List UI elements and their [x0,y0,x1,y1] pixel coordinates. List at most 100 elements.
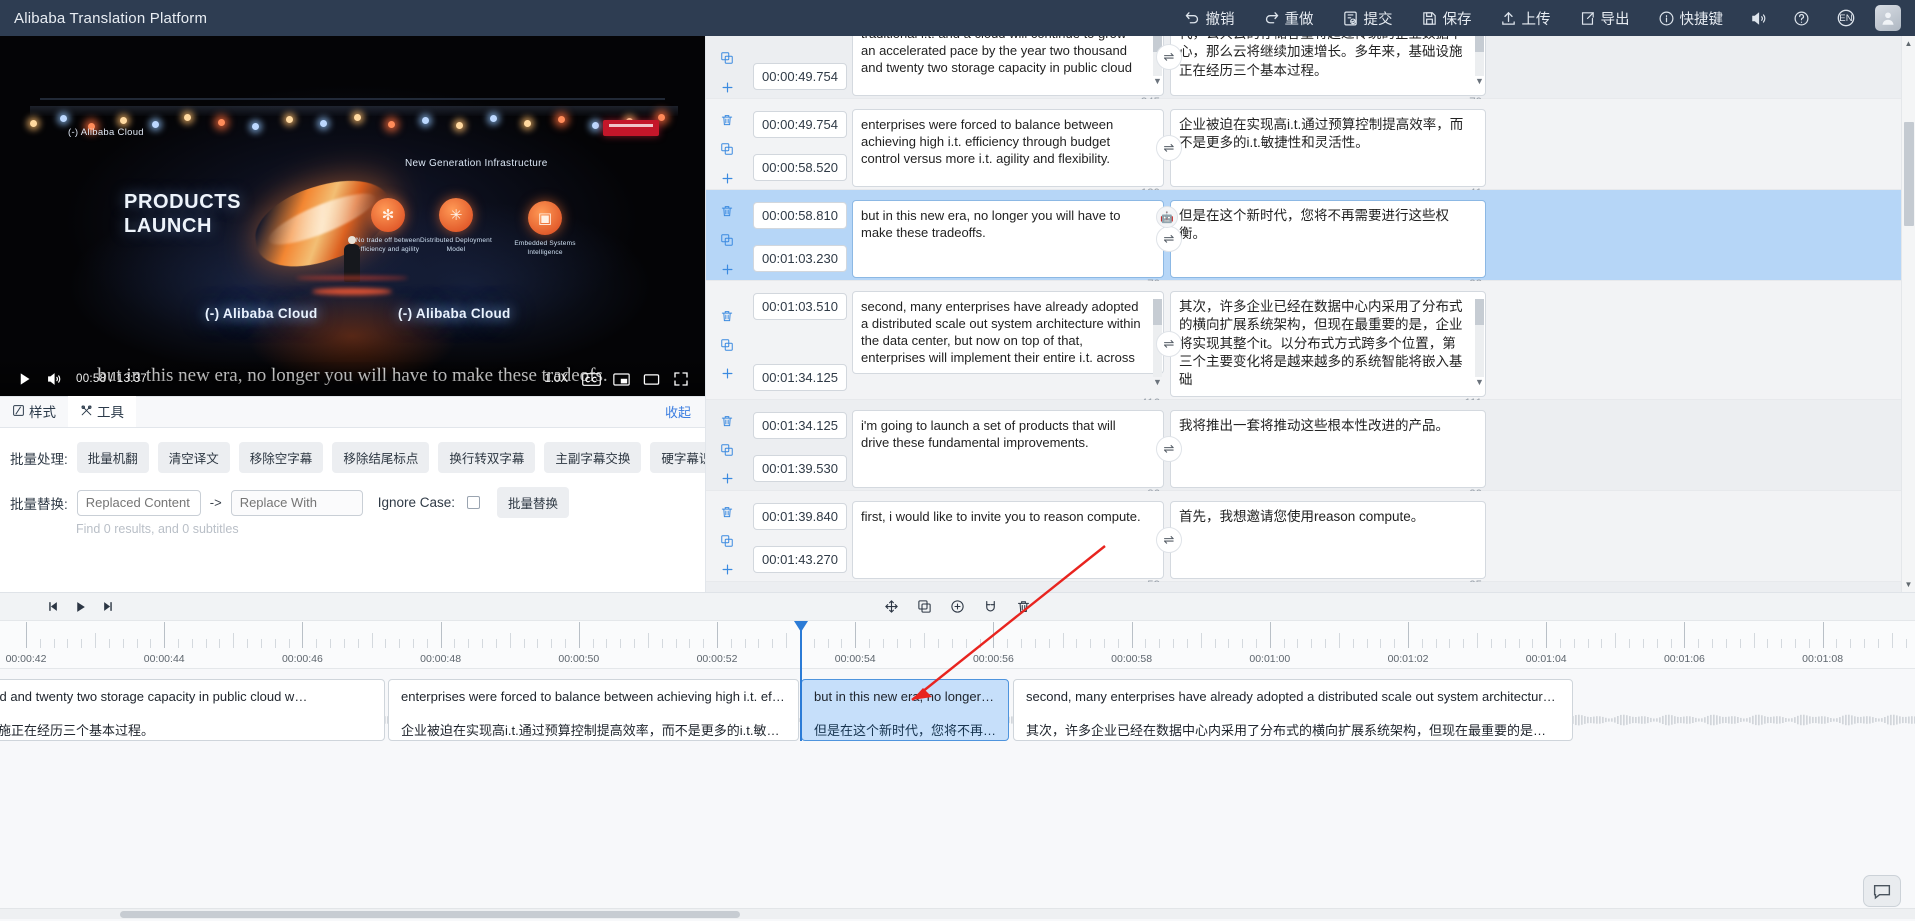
end-time-input[interactable]: 00:01:34.125 [753,363,847,391]
linebreak-to-dual-button[interactable]: 换行转双字幕 [438,442,536,473]
delete-tool-button[interactable] [1010,595,1038,619]
batch-mt-button[interactable]: 批量机翻 [76,442,149,473]
source-text[interactable]: traditional i.t. and a cloud will contin… [852,36,1164,96]
delete-row-icon[interactable] [718,503,736,521]
timeline-clips[interactable]: wo thousand and twenty two storage capac… [0,669,1915,919]
submit-button[interactable]: 提交 [1328,0,1407,36]
playback-speed-button[interactable]: 1.0X [537,373,575,385]
end-time-input[interactable]: 00:01:39.530 [753,454,847,482]
export-button[interactable]: 导出 [1565,0,1644,36]
collapse-link[interactable]: 收起 [665,402,691,421]
target-text[interactable]: 企业被迫在实现高i.t.通过预算控制提高效率，而不是更多的i.t.敏捷性和灵活性… [1170,109,1486,187]
target-text[interactable]: 但是在这个新时代，您将不再需要进行这些权衡。 [1170,200,1486,278]
volume-button[interactable] [1737,0,1780,36]
video-player[interactable]: (-) Alibaba Cloud New Generation Infrast… [0,36,705,396]
duplicate-row-icon[interactable] [718,532,736,550]
subtitle-row[interactable]: 00:01:39.840 00:01:43.270 first, i would l… [706,490,1902,592]
add-tool-button[interactable] [944,595,972,619]
move-tool-button[interactable] [878,595,906,619]
subtitle-row[interactable]: 00:01:34.125 00:01:39.530 i'm going to lau… [706,399,1902,501]
scroll-down-button[interactable]: ▼ [1902,577,1915,592]
delete-row-icon[interactable] [718,307,736,325]
source-text[interactable]: but in this new era, no longer you will … [852,200,1164,278]
machine-translate-icon[interactable]: 🤖 [1156,206,1178,229]
swap-source-target-button[interactable]: ⇌ [1156,330,1182,357]
upload-button[interactable]: 上传 [1486,0,1565,36]
delete-row-icon[interactable] [718,111,736,129]
shortcuts-button[interactable]: 快捷键 [1644,0,1738,36]
subtitle-list-scrollbar[interactable]: ▲ ▼ [1901,36,1915,592]
subtitle-row[interactable]: 00:00:49.754traditional i.t. and a cloud… [706,36,1902,109]
tab-style[interactable]: 样式 [0,396,68,427]
target-text[interactable]: 我将推出一套将推动这些根本性改进的产品。 [1170,409,1486,488]
duplicate-row-icon[interactable] [718,336,736,354]
remove-empty-subs-button[interactable]: 移除空字幕 [238,442,324,473]
duplicate-row-icon[interactable] [718,49,736,67]
cc-button[interactable] [577,365,605,393]
scroll-thumb[interactable] [1475,299,1484,325]
source-text[interactable]: second, many enterprises have already ad… [852,291,1164,374]
scroll-down-arrow[interactable]: ▼ [1153,77,1162,86]
swap-source-target-button[interactable]: ⇌ [1156,226,1182,252]
add-row-icon[interactable] [718,470,736,488]
replaced-content-input[interactable] [76,489,201,516]
delete-row-icon[interactable] [718,412,736,430]
jump-to-end-button[interactable] [94,595,122,619]
subtitle-row[interactable]: 00:01:43.750we see a shift in public clo… [706,581,1902,592]
jump-to-start-button[interactable] [38,595,66,619]
timeline-clip[interactable]: enterprises were forced to balance betwe… [388,679,799,741]
scroll-thumb[interactable] [1153,299,1162,325]
target-text-scrollbar[interactable]: ▼ [1474,36,1485,86]
avatar[interactable] [1875,5,1901,31]
copy-tool-button[interactable] [911,595,939,619]
timeline-clip[interactable]: wo thousand and twenty two storage capac… [0,679,385,741]
start-time-input[interactable]: 00:00:49.754 [753,111,847,138]
add-row-icon[interactable] [718,561,736,579]
scroll-down-arrow[interactable]: ▼ [1475,77,1484,86]
end-time-input[interactable]: 00:00:58.520 [753,154,847,181]
remove-trailing-punct-button[interactable]: 移除结尾标点 [332,442,430,473]
target-text[interactable]: 首先，我想邀请您使用reason compute。 [1170,500,1486,579]
theater-mode-button[interactable] [637,365,665,393]
end-time-input[interactable]: 00:00:49.754 [753,63,847,90]
redo-button[interactable]: 重做 [1249,0,1328,36]
end-time-input[interactable]: 00:01:43.270 [753,545,847,573]
magnet-tool-button[interactable] [977,595,1005,619]
timeline-clip[interactable]: but in this new era, no longer … 但是在这个新时代… [801,679,1009,741]
swap-source-target-button[interactable]: ⇌ [1156,435,1182,462]
chat-bubble-button[interactable] [1863,875,1901,907]
timeline-clip[interactable]: second, many enterprises have already ad… [1013,679,1573,741]
timeline-play-button[interactable] [66,595,94,619]
add-row-icon[interactable] [718,78,736,96]
clear-translation-button[interactable]: 清空译文 [157,442,230,473]
add-row-icon[interactable] [718,169,736,187]
picture-in-picture-button[interactable] [607,365,635,393]
end-time-input[interactable]: 00:01:03.230 [753,245,847,272]
swap-primary-secondary-button[interactable]: 主副字幕交换 [544,442,642,473]
undo-button[interactable]: 撤销 [1170,0,1249,36]
delete-row-icon[interactable] [718,202,736,220]
source-text[interactable]: enterprises were forced to balance betwe… [852,109,1164,187]
subtitle-row[interactable]: 00:00:49.754 00:00:58.520 enterprises were… [706,99,1902,200]
source-text[interactable]: i'm going to launch a set of products th… [852,409,1164,488]
target-text[interactable]: 代，公共云的存储容量将超过传统的企业数据中心，那么云将继续加速增长。多年来，基础… [1170,36,1486,96]
add-row-icon[interactable] [718,365,736,383]
duplicate-row-icon[interactable] [718,231,736,249]
source-text[interactable]: first, i would like to invite you to rea… [852,500,1164,579]
target-text-scrollbar[interactable]: ▼ [1474,299,1485,387]
playhead[interactable] [794,621,808,741]
swap-source-target-button[interactable]: ⇌ [1156,135,1182,161]
scroll-down-arrow[interactable]: ▼ [1475,377,1484,387]
fullscreen-button[interactable] [667,365,695,393]
tab-tools[interactable]: 工具 [68,396,136,427]
scroll-track[interactable] [1475,36,1484,76]
start-time-input[interactable]: 00:01:39.840 [753,502,847,530]
swap-source-target-button[interactable]: ⇌ [1156,526,1182,553]
save-button[interactable]: 保存 [1407,0,1486,36]
help-button[interactable] [1780,0,1823,36]
target-text[interactable]: 其次，许多企业已经在数据中心内采用了分布式的横向扩展系统架构，但现在最重要的是，… [1170,291,1486,397]
batch-replace-button[interactable]: 批量替换 [496,487,569,518]
swap-source-target-button[interactable]: ⇌ [1156,44,1182,70]
volume-button[interactable] [40,365,68,393]
scroll-thumb[interactable] [1475,36,1484,52]
